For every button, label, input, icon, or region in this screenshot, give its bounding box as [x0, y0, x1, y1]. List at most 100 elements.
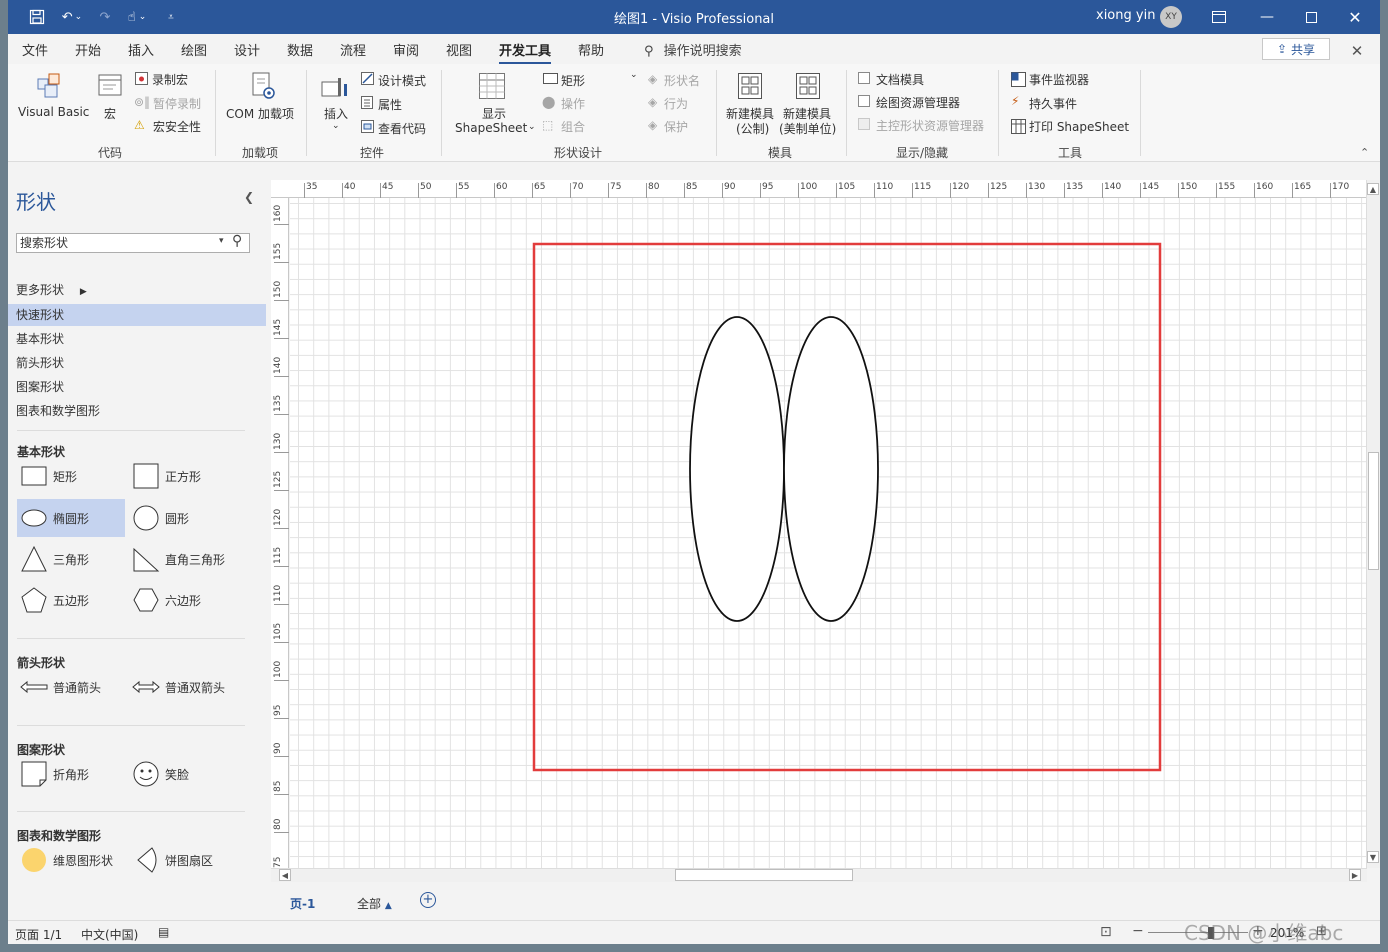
tab-developer[interactable]: 开发工具 — [499, 40, 552, 65]
collapse-ribbon-icon[interactable]: ⌃ — [1360, 146, 1369, 159]
shape-right-triangle[interactable]: 直角三角形 — [129, 540, 249, 578]
visual-basic-button[interactable]: Visual Basic — [18, 105, 89, 119]
protection-button[interactable]: 保护 — [664, 118, 688, 135]
properties-button[interactable]: 属性 — [378, 96, 402, 113]
document-stencil-checkbox[interactable] — [858, 72, 870, 84]
shape-pentagon[interactable]: 五边形 — [17, 581, 127, 619]
shapesheet-icon[interactable] — [476, 70, 508, 102]
maximize-icon[interactable] — [1298, 4, 1324, 30]
com-addins-button[interactable]: COM 加载项 — [226, 105, 294, 122]
all-pages-button[interactable]: 全部 ▲ — [357, 895, 392, 912]
shape-venn[interactable]: 维恩图形状 — [17, 841, 127, 879]
vertical-scrollbar[interactable]: ▲ ▼ — [1366, 180, 1380, 868]
zoom-out-icon[interactable]: − — [1132, 923, 1144, 939]
shape-hexagon[interactable]: 六边形 — [129, 581, 239, 619]
event-monitor-button[interactable]: 事件监视器 — [1029, 71, 1089, 88]
shape-simple-arrow[interactable]: 普通箭头 — [17, 668, 127, 706]
nav-pattern-shapes[interactable]: 图案形状 — [8, 376, 266, 398]
master-explorer-checkbox[interactable] — [858, 118, 870, 130]
minimize-icon[interactable]: — — [1254, 4, 1280, 30]
horizontal-scroll-thumb[interactable] — [675, 869, 853, 881]
shape-triangle[interactable]: 三角形 — [17, 540, 127, 578]
new-stencil-us-icon[interactable] — [792, 70, 824, 102]
presentation-mode-icon[interactable]: ⊡ — [1100, 924, 1112, 940]
shape-name-button[interactable]: 形状名 — [664, 72, 700, 89]
record-macro-button[interactable]: 录制宏 — [152, 71, 188, 88]
shape-ellipse[interactable]: 椭圆形 — [17, 499, 125, 537]
tell-me-search[interactable]: ⚲ 操作说明搜索 — [644, 40, 742, 59]
show-shapesheet-button[interactable]: ShapeSheet — [455, 121, 527, 135]
tab-view[interactable]: 视图 — [446, 40, 472, 59]
pause-recording-button[interactable]: 暂停录制 — [153, 95, 201, 112]
insert-control-icon[interactable] — [318, 72, 352, 104]
shape-circle[interactable]: 圆形 — [129, 499, 239, 537]
shape-smiley[interactable]: 笑脸 — [129, 755, 239, 793]
behavior-button[interactable]: 行为 — [664, 95, 688, 112]
com-addins-icon[interactable] — [246, 70, 280, 102]
nav-chart-shapes[interactable]: 图表和数学图形 — [8, 400, 266, 422]
persistent-events-button[interactable]: 持久事件 — [1029, 95, 1077, 112]
language[interactable]: 中文(中国) — [81, 926, 138, 943]
close-icon[interactable]: ✕ — [1342, 4, 1368, 30]
tab-home[interactable]: 开始 — [75, 40, 101, 59]
share-button[interactable]: ⇪ 共享 — [1262, 38, 1330, 60]
horizontal-scrollbar[interactable]: ◀ ▶ — [271, 868, 1367, 882]
tab-file[interactable]: 文件 — [22, 40, 48, 59]
avatar[interactable]: XY — [1160, 6, 1182, 28]
macros-button[interactable]: 宏 — [104, 105, 116, 122]
collapse-panel-icon[interactable]: ❮ — [244, 190, 254, 204]
macro-recording-icon[interactable]: ▤ — [158, 925, 169, 939]
close-ribbon-icon[interactable]: ✕ — [1344, 38, 1370, 64]
ribbon-display-icon[interactable] — [1206, 4, 1232, 30]
shape-double-arrow[interactable]: 普通双箭头 — [129, 668, 249, 706]
tab-insert[interactable]: 插入 — [128, 40, 154, 59]
drawing-canvas[interactable] — [290, 198, 1366, 868]
nav-basic-shapes[interactable]: 基本形状 — [8, 328, 266, 350]
rectangle-tool-icon — [542, 72, 558, 84]
rectangle-tool-button[interactable]: 矩形 — [561, 72, 585, 89]
shape-square[interactable]: 正方形 — [129, 457, 239, 495]
show-shapesheet-label-1[interactable]: 显示 — [482, 105, 506, 122]
ruler-tick — [274, 832, 289, 833]
ellipse-shape-left[interactable] — [689, 316, 785, 622]
scroll-right-icon[interactable]: ▶ — [1349, 869, 1361, 881]
chevron-down-icon[interactable]: ⌄ — [630, 70, 638, 80]
group-button[interactable]: 组合 — [561, 118, 585, 135]
scroll-down-icon[interactable]: ▼ — [1367, 851, 1379, 863]
print-shapesheet-button[interactable]: 打印 ShapeSheet — [1029, 118, 1129, 135]
new-stencil-metric-icon[interactable] — [734, 70, 766, 102]
shape-folded-corner[interactable]: 折角形 — [17, 755, 127, 793]
insert-control-button[interactable]: 插入 — [324, 105, 348, 122]
nav-quick-shapes[interactable]: 快速形状 — [8, 304, 266, 326]
drawing-explorer-checkbox[interactable] — [858, 95, 870, 107]
tab-process[interactable]: 流程 — [340, 40, 366, 59]
add-page-icon[interactable]: + — [420, 892, 436, 908]
new-stencil-metric-button[interactable]: (公制) — [736, 120, 769, 137]
macros-icon[interactable] — [94, 70, 128, 102]
user-name[interactable]: xiong yin — [1096, 8, 1155, 23]
tab-review[interactable]: 审阅 — [393, 40, 419, 59]
tab-draw[interactable]: 绘图 — [181, 40, 207, 59]
visual-basic-icon[interactable] — [32, 70, 68, 102]
design-mode-button[interactable]: 设计模式 — [378, 72, 426, 89]
scroll-up-icon[interactable]: ▲ — [1367, 183, 1379, 195]
ellipse-shape-right[interactable] — [783, 316, 879, 622]
nav-arrow-shapes[interactable]: 箭头形状 — [8, 352, 266, 374]
search-icon[interactable]: ⚲ — [232, 233, 242, 249]
page-number[interactable]: 页面 1/1 — [15, 926, 62, 943]
page-tab-1[interactable]: 页-1 — [290, 895, 315, 912]
more-shapes-item[interactable]: 更多形状 ▶ — [8, 279, 266, 301]
macro-security-button[interactable]: 宏安全性 — [153, 118, 201, 135]
new-stencil-us-button[interactable]: (美制单位) — [779, 120, 836, 137]
search-dropdown-icon[interactable]: ▾ — [219, 236, 224, 246]
search-shapes-input[interactable]: 搜索形状 — [16, 233, 250, 253]
scroll-left-icon[interactable]: ◀ — [279, 869, 291, 881]
vertical-scroll-thumb[interactable] — [1368, 452, 1379, 570]
tab-design[interactable]: 设计 — [234, 40, 260, 59]
shape-rectangle[interactable]: 矩形 — [17, 457, 127, 495]
view-code-button[interactable]: 查看代码 — [378, 120, 426, 137]
operations-button[interactable]: 操作 — [561, 95, 585, 112]
tab-help[interactable]: 帮助 — [578, 40, 604, 59]
shape-pie-slice[interactable]: 饼图扇区 — [129, 841, 239, 879]
tab-data[interactable]: 数据 — [287, 40, 313, 59]
